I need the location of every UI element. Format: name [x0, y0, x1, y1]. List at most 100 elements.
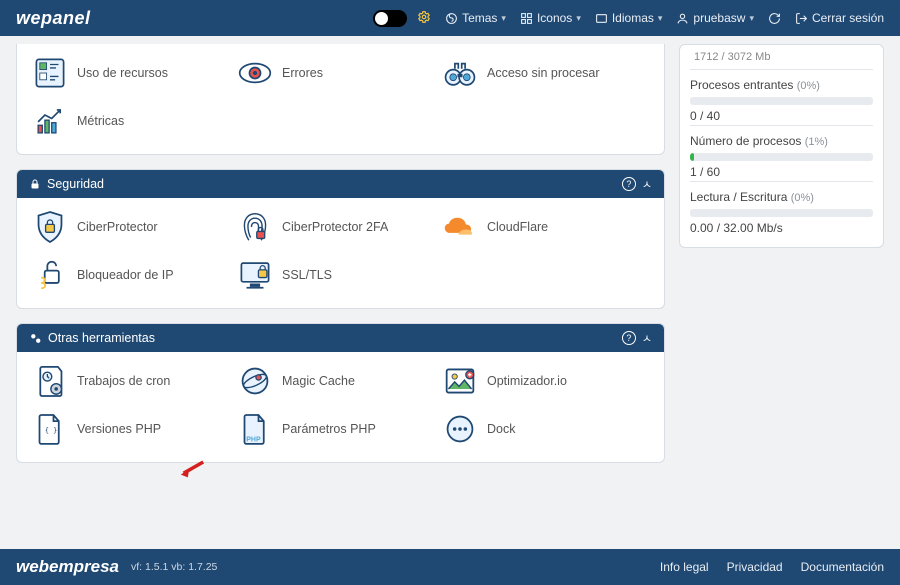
- collapse-icon[interactable]: ㅅ: [642, 330, 652, 346]
- footer-version: vf: 1.5.1 vb: 1.7.25: [131, 561, 217, 573]
- stat-truncated: 1712 / 3072 Mb: [690, 51, 873, 69]
- item-dock-label: Dock: [487, 422, 515, 436]
- main: Uso de recursos Errores Acceso sin proce…: [0, 36, 900, 463]
- stat-numproc-pct: (1%): [805, 136, 828, 148]
- footer: webempresa vf: 1.5.1 vb: 1.7.25 Info leg…: [0, 549, 900, 585]
- cogs-icon: [29, 332, 42, 345]
- item-cloudflare[interactable]: CloudFlare: [443, 210, 648, 244]
- cron-icon: [33, 364, 67, 398]
- panel-security-header: Seguridad ? ㅅ: [17, 170, 664, 198]
- php-params-icon: PHP: [238, 412, 272, 446]
- panel-tools-header: Otras herramientas ? ㅅ: [17, 324, 664, 352]
- nav-languages[interactable]: Idiomas ▾: [595, 11, 663, 25]
- chevron-down-icon: ▾: [576, 13, 581, 24]
- help-icon[interactable]: ?: [622, 177, 636, 191]
- dock-icon: [443, 412, 477, 446]
- stat-rw: Lectura / Escritura (0%) 0.00 / 32.00 Mb…: [690, 181, 873, 237]
- item-errors-label: Errores: [282, 66, 323, 80]
- stat-rw-pct: (0%): [791, 192, 814, 204]
- nav-themes[interactable]: Temas ▾: [445, 11, 506, 25]
- item-opt-label: Optimizador.io: [487, 374, 567, 388]
- stat-rw-val: 0.00 / 32.00 Mb/s: [690, 221, 873, 235]
- binoculars-icon: [443, 56, 477, 90]
- right-column: 1712 / 3072 Mb Procesos entrantes (0%) 0…: [679, 44, 884, 463]
- ip-block-icon: [33, 258, 67, 292]
- left-column: Uso de recursos Errores Acceso sin proce…: [16, 44, 665, 463]
- item-ip-blocker[interactable]: Bloqueador de IP: [33, 258, 238, 292]
- magic-icon: [238, 364, 272, 398]
- footer-brand: webempresa: [16, 557, 119, 577]
- footer-link-privacy[interactable]: Privacidad: [727, 560, 783, 574]
- stat-rw-title: Lectura / Escritura: [690, 190, 787, 204]
- item-errors[interactable]: Errores: [238, 56, 443, 90]
- nav-user-label: pruebasw: [693, 11, 745, 25]
- item-ciber-label: CiberProtector: [77, 220, 158, 234]
- fingerprint-icon: [238, 210, 272, 244]
- stat-rw-bar: [690, 209, 873, 217]
- footer-links: Info legal Privacidad Documentación: [660, 560, 884, 574]
- item-metrics[interactable]: Métricas: [33, 104, 238, 138]
- topnav: Temas ▾ Iconos ▾ Idiomas ▾ pruebasw ▾ Cerrar…: [373, 10, 884, 27]
- image-opt-icon: [443, 364, 477, 398]
- panel-metrics: Uso de recursos Errores Acceso sin proce…: [16, 44, 665, 155]
- footer-link-docs[interactable]: Documentación: [801, 560, 884, 574]
- item-usage[interactable]: Uso de recursos: [33, 56, 238, 90]
- item-cron[interactable]: Trabajos de cron: [33, 364, 238, 398]
- brand: wepanel: [16, 8, 91, 29]
- svg-text:PHP: PHP: [246, 436, 261, 443]
- ssl-icon: [238, 258, 272, 292]
- item-raw-access[interactable]: Acceso sin procesar: [443, 56, 648, 90]
- item-magic-label: Magic Cache: [282, 374, 355, 388]
- stats-box: 1712 / 3072 Mb Procesos entrantes (0%) 0…: [679, 44, 884, 248]
- gear-icon[interactable]: [417, 10, 431, 27]
- panel-security: Seguridad ? ㅅ CiberProtector CiberProtec…: [16, 169, 665, 309]
- errors-icon: [238, 56, 272, 90]
- item-ipblock-label: Bloqueador de IP: [77, 268, 174, 282]
- stat-numproc-title: Número de procesos: [690, 134, 801, 148]
- collapse-icon[interactable]: ㅅ: [642, 176, 652, 192]
- chevron-down-icon: ▾: [658, 13, 663, 24]
- footer-link-legal[interactable]: Info legal: [660, 560, 709, 574]
- nav-refresh[interactable]: [768, 12, 781, 25]
- item-phpparam-label: Parámetros PHP: [282, 422, 376, 436]
- item-ciberprotector[interactable]: CiberProtector: [33, 210, 238, 244]
- item-php-params[interactable]: PHP Parámetros PHP: [238, 412, 443, 446]
- item-dock[interactable]: Dock: [443, 412, 648, 446]
- item-ssl-label: SSL/TLS: [282, 268, 332, 282]
- nav-icons-label: Iconos: [537, 11, 572, 25]
- metrics-icon: [33, 104, 67, 138]
- php-versions-icon: { }: [33, 412, 67, 446]
- item-cloud-label: CloudFlare: [487, 220, 548, 234]
- nav-user[interactable]: pruebasw ▾: [676, 11, 754, 25]
- item-php-versions[interactable]: { } Versiones PHP: [33, 412, 238, 446]
- chevron-down-icon: ▾: [749, 13, 754, 24]
- stat-numproc-val: 1 / 60: [690, 165, 873, 179]
- panel-security-title: Seguridad: [47, 177, 104, 191]
- shield-lock-icon: [33, 210, 67, 244]
- stat-inproc-title: Procesos entrantes: [690, 78, 793, 92]
- item-phpver-label: Versiones PHP: [77, 422, 161, 436]
- item-magic-cache[interactable]: Magic Cache: [238, 364, 443, 398]
- nav-themes-label: Temas: [462, 11, 497, 25]
- item-ciberprotector-2fa[interactable]: CiberProtector 2FA: [238, 210, 443, 244]
- nav-logout-label: Cerrar sesión: [812, 11, 884, 25]
- panel-tools: Otras herramientas ? ㅅ Trabajos de cron …: [16, 323, 665, 463]
- cloudflare-icon: [443, 210, 477, 244]
- topbar: wepanel Temas ▾ Iconos ▾ Idiomas ▾ pruebasw…: [0, 0, 900, 36]
- svg-text:{ }: { }: [45, 427, 58, 435]
- stat-numproc: Número de procesos (1%) 1 / 60: [690, 125, 873, 181]
- help-icon[interactable]: ?: [622, 331, 636, 345]
- dark-mode-toggle[interactable]: [373, 10, 407, 27]
- stat-inproc-val: 0 / 40: [690, 109, 873, 123]
- item-usage-label: Uso de recursos: [77, 66, 168, 80]
- stat-numproc-bar: [690, 153, 873, 161]
- stat-inproc-pct: (0%): [797, 80, 820, 92]
- chevron-down-icon: ▾: [501, 13, 506, 24]
- item-optimizador[interactable]: Optimizador.io: [443, 364, 648, 398]
- nav-logout[interactable]: Cerrar sesión: [795, 11, 884, 25]
- item-ssl-tls[interactable]: SSL/TLS: [238, 258, 443, 292]
- item-raw-label: Acceso sin procesar: [487, 66, 600, 80]
- nav-icons[interactable]: Iconos ▾: [520, 11, 581, 25]
- item-cron-label: Trabajos de cron: [77, 374, 170, 388]
- nav-languages-label: Idiomas: [612, 11, 654, 25]
